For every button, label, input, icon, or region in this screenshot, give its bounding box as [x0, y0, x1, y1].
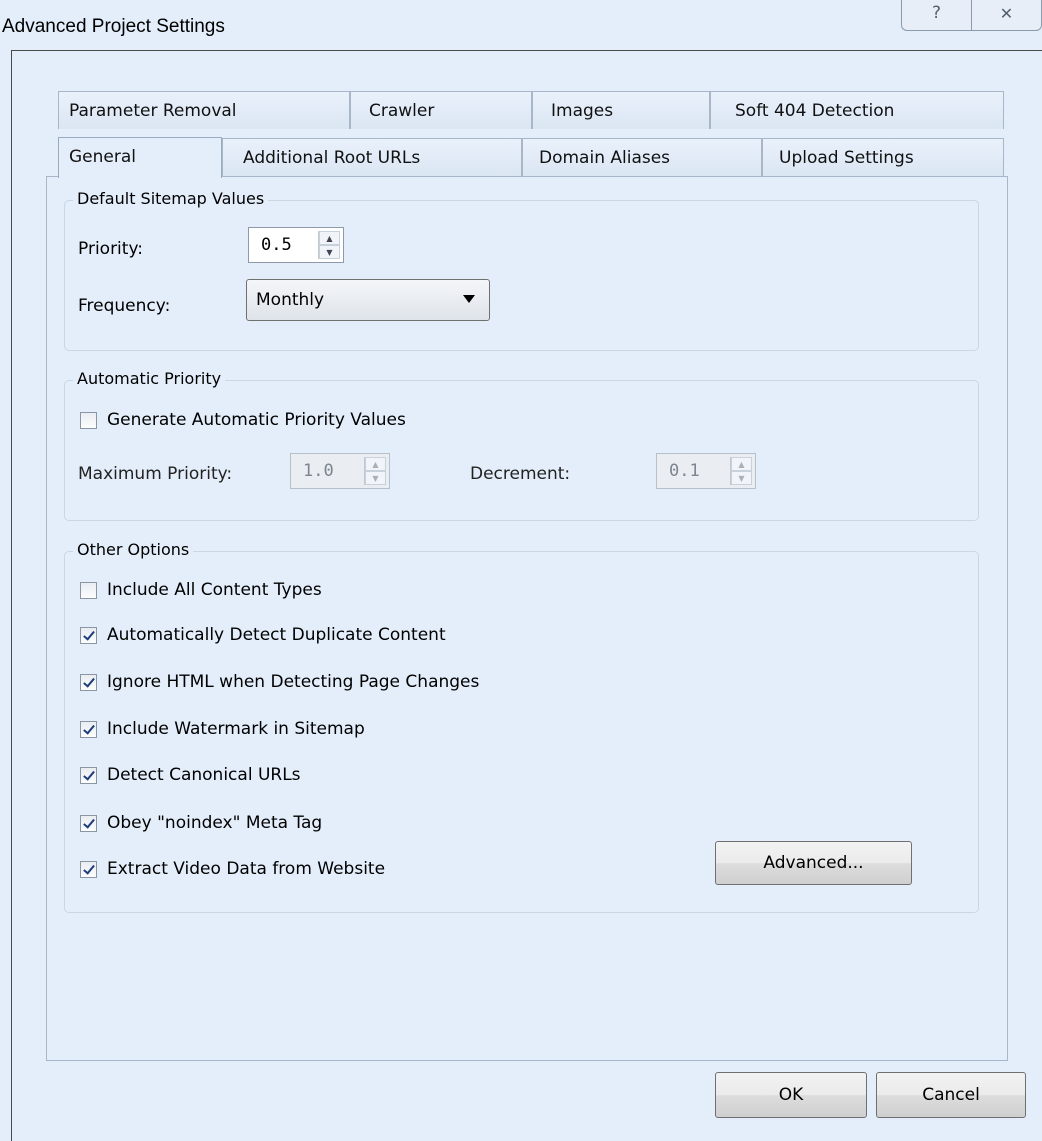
frequency-label: Frequency: [78, 296, 171, 316]
window-title: Advanced Project Settings [2, 16, 225, 37]
frequency-value: Monthly [256, 290, 325, 310]
caption-buttons: ? ✕ [901, 0, 1042, 32]
obey-noindex-checkbox[interactable]: Obey "noindex" Meta Tag [80, 813, 322, 833]
priority-label: Priority: [78, 239, 143, 259]
checkbox-label: Include All Content Types [107, 580, 322, 600]
maximum-priority-spinner[interactable]: 1.0 ▲ ▼ [290, 453, 390, 489]
help-button[interactable]: ? [901, 0, 971, 31]
checkmark-icon[interactable] [80, 766, 97, 784]
checkbox-label: Include Watermark in Sitemap [107, 719, 365, 739]
tab-label: Additional Root URLs [243, 148, 421, 168]
group-label: Other Options [73, 540, 194, 559]
tab-crawler[interactable]: Crawler [350, 91, 532, 129]
decrement-label: Decrement: [470, 464, 571, 484]
close-icon: ✕ [999, 3, 1014, 23]
group-automatic-priority: Automatic Priority [64, 369, 979, 521]
decrement-value[interactable]: 0.1 [657, 454, 730, 488]
spin-up-icon[interactable]: ▲ [365, 457, 386, 471]
tab-upload-settings[interactable]: Upload Settings [762, 138, 1004, 176]
checkmark-icon[interactable] [80, 814, 97, 832]
maximum-priority-label: Maximum Priority: [78, 464, 233, 484]
checkbox-label: Extract Video Data from Website [107, 859, 386, 879]
include-all-content-types-checkbox[interactable]: Include All Content Types [80, 580, 322, 600]
advanced-button[interactable]: Advanced... [715, 841, 912, 885]
group-label: Automatic Priority [73, 369, 226, 388]
maximum-priority-value[interactable]: 1.0 [291, 454, 364, 488]
title-bar: Advanced Project Settings ? ✕ [0, 0, 1042, 52]
include-watermark-checkbox[interactable]: Include Watermark in Sitemap [80, 719, 365, 739]
tab-parameter-removal[interactable]: Parameter Removal [58, 91, 350, 129]
checkmark-icon[interactable] [80, 673, 97, 691]
help-icon: ? [931, 3, 942, 23]
generate-automatic-priority-checkbox[interactable]: Generate Automatic Priority Values [80, 410, 406, 430]
tab-domain-aliases[interactable]: Domain Aliases [522, 138, 762, 176]
detect-duplicate-content-checkbox[interactable]: Automatically Detect Duplicate Content [80, 625, 446, 645]
checkbox-label: Obey "noindex" Meta Tag [107, 813, 323, 833]
checkbox-label: Generate Automatic Priority Values [107, 410, 406, 430]
frequency-dropdown[interactable]: Monthly [246, 279, 490, 321]
tab-label: Crawler [369, 101, 435, 121]
spin-down-icon[interactable]: ▼ [319, 245, 340, 259]
ok-button[interactable]: OK [715, 1072, 867, 1118]
spin-down-icon[interactable]: ▼ [365, 471, 386, 485]
group-default-sitemap-values: Default Sitemap Values [64, 189, 979, 351]
checkmark-icon[interactable] [80, 860, 97, 878]
chevron-down-icon [463, 295, 475, 303]
decrement-spin-buttons[interactable]: ▲ ▼ [730, 457, 752, 485]
checkbox-icon[interactable] [80, 411, 97, 429]
tab-additional-root-urls[interactable]: Additional Root URLs [222, 138, 522, 176]
detect-canonical-urls-checkbox[interactable]: Detect Canonical URLs [80, 765, 301, 785]
extract-video-data-checkbox[interactable]: Extract Video Data from Website [80, 859, 385, 879]
tab-general[interactable]: General [58, 137, 222, 178]
priority-value[interactable]: 0.5 [249, 228, 318, 262]
priority-spin-buttons[interactable]: ▲ ▼ [318, 231, 340, 259]
maximum-priority-spin-buttons[interactable]: ▲ ▼ [364, 457, 386, 485]
tab-soft-404-detection[interactable]: Soft 404 Detection [710, 91, 1004, 129]
checkbox-icon[interactable] [80, 581, 97, 599]
tab-label: Parameter Removal [69, 101, 237, 121]
ignore-html-checkbox[interactable]: Ignore HTML when Detecting Page Changes [80, 672, 479, 692]
spin-up-icon[interactable]: ▲ [319, 231, 340, 245]
tab-label: Domain Aliases [539, 148, 671, 168]
decrement-spinner[interactable]: 0.1 ▲ ▼ [656, 453, 756, 489]
tab-label: Upload Settings [779, 148, 914, 168]
checkbox-label: Automatically Detect Duplicate Content [107, 625, 446, 645]
checkbox-label: Ignore HTML when Detecting Page Changes [107, 672, 480, 692]
checkbox-label: Detect Canonical URLs [107, 765, 301, 785]
priority-spinner[interactable]: 0.5 ▲ ▼ [248, 227, 344, 263]
tab-label: Soft 404 Detection [735, 101, 895, 121]
spin-down-icon[interactable]: ▼ [731, 471, 752, 485]
checkmark-icon[interactable] [80, 720, 97, 738]
group-label: Default Sitemap Values [73, 189, 269, 208]
tab-images[interactable]: Images [532, 91, 710, 129]
spin-up-icon[interactable]: ▲ [731, 457, 752, 471]
cancel-button[interactable]: Cancel [876, 1072, 1026, 1118]
close-button[interactable]: ✕ [971, 0, 1042, 31]
checkmark-icon[interactable] [80, 626, 97, 644]
tab-label: General [69, 147, 136, 167]
tab-label: Images [551, 101, 614, 121]
